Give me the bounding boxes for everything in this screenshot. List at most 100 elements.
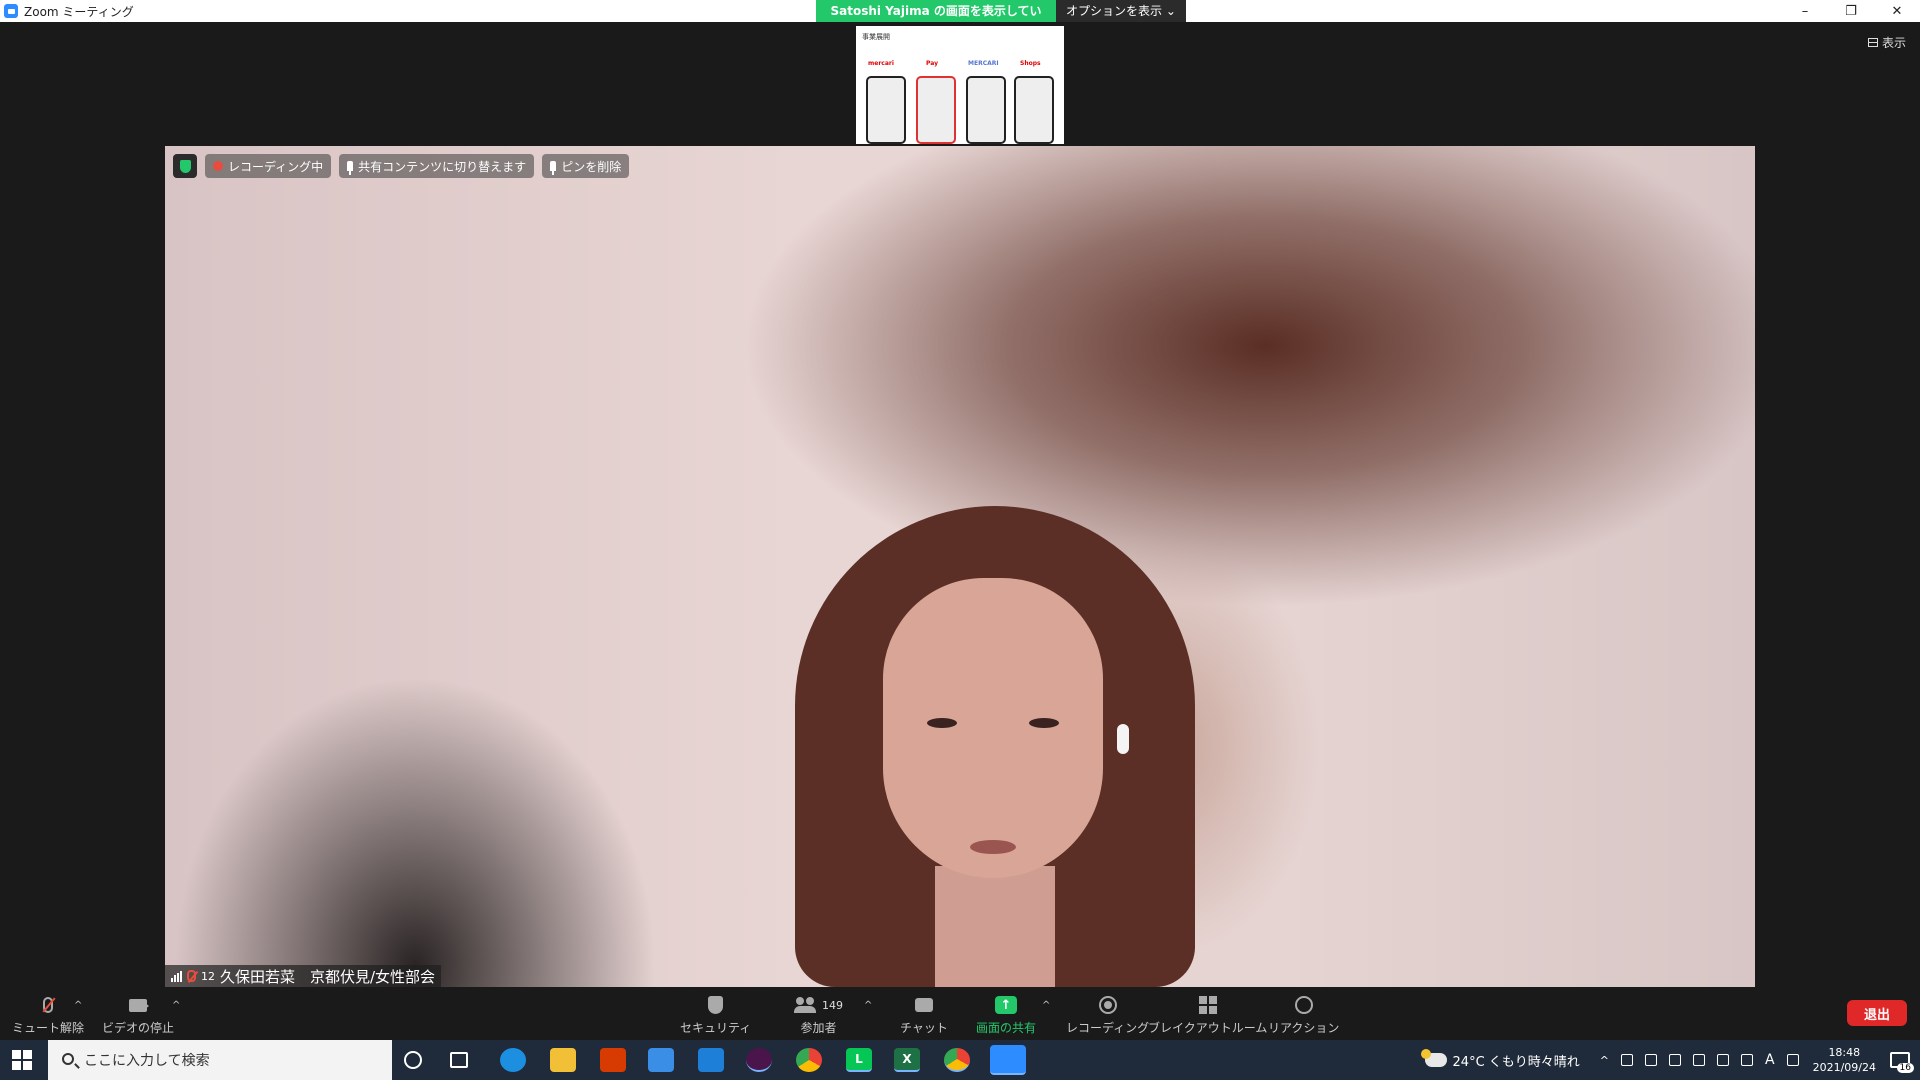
thumbnail-brand: Shops xyxy=(1020,60,1041,67)
excel-icon[interactable]: X xyxy=(894,1048,920,1072)
video-camera-icon xyxy=(129,998,149,1012)
meeting-stage: 表示 事業展開 mercari Pay MERCARI Shops レコーディン… xyxy=(0,22,1920,988)
share-screen-button[interactable]: ↑ 画面の共有 xyxy=(976,994,1036,1036)
recording-button[interactable]: レコーディング xyxy=(1066,994,1149,1036)
weather-widget[interactable]: 24°C くもり時々晴れ xyxy=(1420,1049,1580,1070)
security-button[interactable]: セキュリティ xyxy=(680,994,751,1036)
thumbnail-heading: 事業展開 xyxy=(862,33,890,41)
view-button[interactable]: 表示 xyxy=(1867,34,1906,51)
phone-mockup xyxy=(866,76,906,144)
participants-button[interactable]: 149 参加者 xyxy=(794,994,843,1036)
chevron-down-icon: ⌄ xyxy=(1165,4,1176,18)
office-icon[interactable] xyxy=(600,1048,626,1072)
participants-caret-icon[interactable]: ^ xyxy=(864,1000,872,1011)
muted-mic-icon xyxy=(43,997,53,1013)
security-shield-icon xyxy=(708,996,724,1014)
breakout-label: ブレイクアウトルーム xyxy=(1148,1021,1268,1035)
share-arrow-icon: ↑ xyxy=(995,996,1017,1014)
eye xyxy=(1029,718,1059,728)
breakout-grid-icon xyxy=(1198,996,1217,1014)
stop-video-button[interactable]: ビデオの停止 xyxy=(102,994,174,1036)
clock-time: 18:48 xyxy=(1828,1046,1861,1059)
leave-button[interactable]: 退出 xyxy=(1847,1000,1907,1026)
meeting-toolbar: ミュート解除 ^ ビデオの停止 ^ セキュリティ 149 参加者 ^ チャット … xyxy=(0,988,1920,1040)
zoom-app-icon xyxy=(4,4,18,18)
record-icon xyxy=(1098,996,1117,1014)
window-title: Zoom ミーティング xyxy=(24,4,134,19)
chrome-icon[interactable] xyxy=(796,1048,822,1072)
onedrive-icon[interactable] xyxy=(1669,1054,1682,1066)
volume-icon[interactable] xyxy=(1741,1054,1754,1066)
windows-start-icon[interactable] xyxy=(12,1050,32,1070)
breakout-rooms-button[interactable]: ブレイクアウトルーム xyxy=(1148,994,1267,1036)
taskbar-search-input[interactable]: ここに入力して検索 xyxy=(48,1040,392,1080)
ime-mode-icon[interactable] xyxy=(1786,1054,1799,1066)
stop-video-label: ビデオの停止 xyxy=(102,1021,175,1035)
share-status-label: Satoshi Yajima の画面を表示しています xyxy=(816,0,1056,40)
taskbar-clock[interactable]: 18:48 2021/09/24 xyxy=(1813,1045,1876,1075)
restore-button[interactable]: ❐ xyxy=(1828,0,1874,22)
notification-count: 16 xyxy=(1896,1063,1914,1073)
tray-expand-icon[interactable]: ^ xyxy=(1600,1054,1609,1067)
weather-cloud-icon xyxy=(1420,1049,1447,1067)
zoom-taskbar-icon[interactable] xyxy=(990,1045,1026,1075)
chat-label: チャット xyxy=(900,1021,948,1035)
recording-label: レコーディング中 xyxy=(228,159,324,174)
earbud xyxy=(1117,724,1129,754)
smiley-icon xyxy=(1294,996,1313,1014)
windows-taskbar: ここに入力して検索 L X 24°C くもり時々晴れ ^ A 18:48 202… xyxy=(0,1040,1920,1080)
chat-bubble-icon xyxy=(914,998,933,1012)
task-view-icon[interactable] xyxy=(450,1052,468,1068)
system-tray: 24°C くもり時々晴れ ^ A 18:48 2021/09/24 16 xyxy=(1420,1040,1920,1080)
phone-mockup xyxy=(916,76,956,144)
active-speaker-video: レコーディング中 共有コンテンツに切り替えます ピンを削除 12 久保田若菜 京… xyxy=(165,146,1755,987)
reactions-label: リアクション xyxy=(1268,1021,1340,1035)
security-label: セキュリティ xyxy=(680,1021,752,1035)
store-icon[interactable] xyxy=(648,1048,674,1072)
network-icon[interactable] xyxy=(1717,1054,1730,1066)
phone-mockup xyxy=(1014,76,1054,144)
mail-icon[interactable] xyxy=(698,1048,724,1072)
encryption-shield-icon[interactable] xyxy=(173,154,197,178)
dropbox-icon[interactable] xyxy=(1645,1054,1658,1066)
shared-screen-thumbnail[interactable]: 事業展開 mercari Pay MERCARI Shops xyxy=(856,26,1064,144)
eye xyxy=(927,718,957,728)
cortana-icon[interactable] xyxy=(404,1051,422,1069)
chrome-profile-icon[interactable] xyxy=(944,1048,970,1072)
participants-icon xyxy=(794,997,816,1013)
thumbnail-brand: Pay xyxy=(926,60,939,67)
view-options-button[interactable]: オプションを表示 ⌄ xyxy=(1056,0,1186,22)
close-button[interactable]: ✕ xyxy=(1874,0,1920,22)
thumbnail-brand: MERCARI xyxy=(968,60,999,67)
participants-label: 参加者 xyxy=(800,1021,837,1035)
clock-date: 2021/09/24 xyxy=(1812,1061,1876,1074)
recording-badge[interactable]: レコーディング中 xyxy=(205,154,332,178)
share-options-caret-icon[interactable]: ^ xyxy=(1042,1000,1050,1011)
participant-name: 久保田若菜 京都伏見/女性部会 xyxy=(220,967,436,986)
audio-options-caret-icon[interactable]: ^ xyxy=(74,1000,82,1011)
view-label: 表示 xyxy=(1881,36,1906,50)
participant-name-tag: 12 久保田若菜 京都伏見/女性部会 xyxy=(165,965,442,987)
file-explorer-icon[interactable] xyxy=(550,1048,576,1072)
tray-app-icon[interactable] xyxy=(1621,1054,1634,1066)
slack-icon[interactable] xyxy=(746,1048,772,1072)
face xyxy=(883,578,1103,878)
switch-shared-label: 共有コンテンツに切り替えます xyxy=(358,159,527,174)
unpin-button[interactable]: ピンを削除 xyxy=(542,154,630,178)
microphone-icon[interactable] xyxy=(1693,1054,1706,1066)
recording-label: レコーディング xyxy=(1066,1021,1150,1035)
ime-indicator[interactable]: A xyxy=(1765,1052,1775,1068)
share-screen-label: 画面の共有 xyxy=(976,1021,1037,1035)
edge-icon[interactable] xyxy=(500,1048,526,1072)
video-options-caret-icon[interactable]: ^ xyxy=(172,1000,180,1011)
chat-button[interactable]: チャット xyxy=(900,994,948,1036)
participants-count: 149 xyxy=(822,998,843,1012)
minimize-button[interactable]: – xyxy=(1782,0,1828,22)
line-icon[interactable]: L xyxy=(846,1048,872,1072)
video-overlay-controls: レコーディング中 共有コンテンツに切り替えます ピンを削除 xyxy=(173,154,630,178)
notification-center-icon[interactable]: 16 xyxy=(1888,1049,1914,1073)
title-bar: Zoom ミーティング Satoshi Yajima の画面を表示しています オ… xyxy=(0,0,1920,40)
neck xyxy=(935,866,1055,987)
switch-to-shared-button[interactable]: 共有コンテンツに切り替えます xyxy=(339,154,535,178)
reactions-button[interactable]: リアクション xyxy=(1268,994,1339,1036)
